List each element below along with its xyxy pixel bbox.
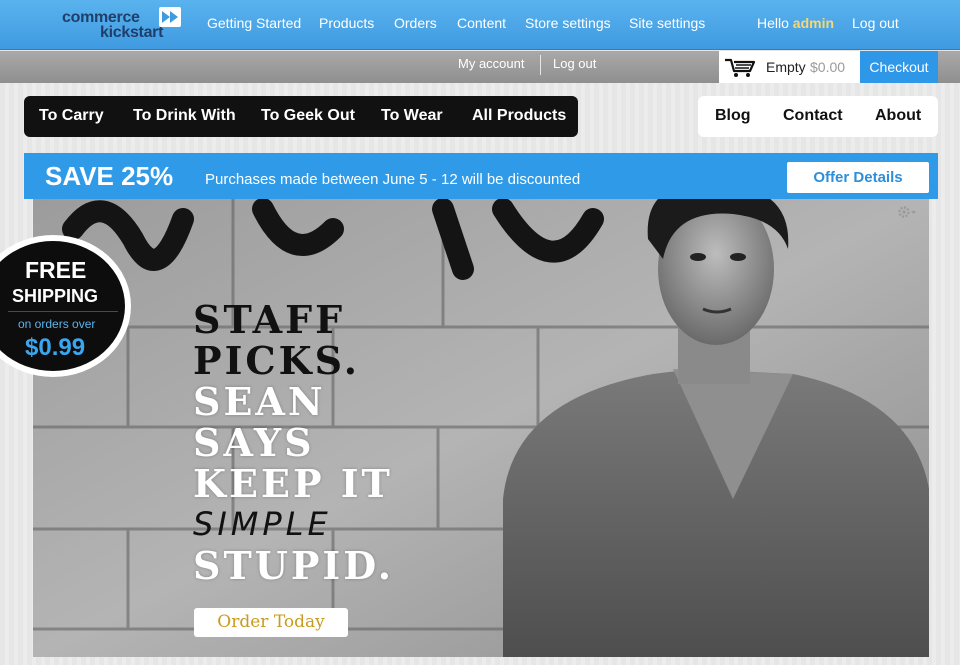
my-account-link[interactable]: My account	[458, 56, 524, 71]
category-to-geek-out[interactable]: To Geek Out	[261, 107, 355, 125]
admin-menu-products[interactable]: Products	[319, 15, 374, 31]
badge-divider	[8, 311, 118, 312]
hero-banner[interactable]: STAFF PICKS. SEAN SAYS KEEP IT SIMPLE ST…	[33, 199, 929, 657]
greeting-username[interactable]: admin	[793, 15, 834, 31]
category-to-wear[interactable]: To Wear	[381, 107, 443, 125]
hero-line-5: KEEP IT	[193, 461, 393, 506]
badge-price: $0.99	[25, 334, 86, 361]
page-nav: Blog Contact About	[698, 96, 938, 137]
settings-gear-icon[interactable]	[897, 205, 917, 224]
greeting: Hello admin	[757, 15, 834, 31]
badge-shipping-text: SHIPPING	[12, 286, 99, 306]
hero-line-1: STAFF	[193, 297, 346, 342]
badge-condition-text: on orders over	[18, 317, 96, 331]
badge-free-text: FREE	[25, 257, 87, 283]
offer-details-button[interactable]: Offer Details	[787, 162, 929, 193]
admin-menu-content[interactable]: Content	[457, 15, 506, 31]
cart-amount: $0.00	[810, 59, 846, 75]
checkout-button[interactable]: Checkout	[860, 51, 938, 83]
admin-menu-store-settings[interactable]: Store settings	[525, 15, 611, 31]
admin-toolbar: commerce kickstart Getting Started Produ…	[0, 0, 960, 50]
hero-line-3: SEAN	[193, 379, 326, 424]
fast-forward-icon	[159, 7, 181, 27]
hero-line-2: PICKS.	[193, 338, 360, 383]
logo-text-kickstart: kickstart	[100, 24, 164, 41]
hero-line-4: SAYS	[193, 420, 315, 465]
hero-photo	[33, 199, 929, 657]
nav-contact[interactable]: Contact	[783, 107, 843, 125]
admin-logout-link[interactable]: Log out	[852, 15, 899, 31]
commerce-kickstart-logo[interactable]: commerce kickstart	[62, 7, 184, 43]
admin-menu-orders[interactable]: Orders	[394, 15, 437, 31]
greeting-prefix: Hello	[757, 15, 789, 31]
category-to-carry[interactable]: To Carry	[39, 107, 104, 125]
hero-headline: STAFF PICKS. SEAN SAYS KEEP IT SIMPLE ST…	[193, 299, 394, 586]
category-all-products[interactable]: All Products	[472, 107, 566, 125]
cart-summary[interactable]: Empty $0.00	[719, 51, 860, 83]
hero-line-6: SIMPLE	[193, 505, 332, 543]
promo-message: Purchases made between June 5 - 12 will …	[205, 171, 581, 188]
nav-blog[interactable]: Blog	[715, 107, 751, 125]
nav-about[interactable]: About	[875, 107, 921, 125]
admin-menu-getting-started[interactable]: Getting Started	[207, 15, 301, 31]
account-divider	[540, 55, 541, 75]
category-nav: To Carry To Drink With To Geek Out To We…	[24, 96, 578, 137]
admin-menu-site-settings[interactable]: Site settings	[629, 15, 705, 31]
cart-icon	[725, 58, 756, 77]
cart-status: Empty	[766, 59, 806, 75]
order-today-button[interactable]: Order Today	[194, 608, 348, 637]
account-logout-link[interactable]: Log out	[553, 56, 596, 71]
category-to-drink-with[interactable]: To Drink With	[133, 107, 236, 125]
hero-line-7: STUPID.	[193, 543, 395, 588]
promo-headline: SAVE 25%	[45, 161, 174, 191]
